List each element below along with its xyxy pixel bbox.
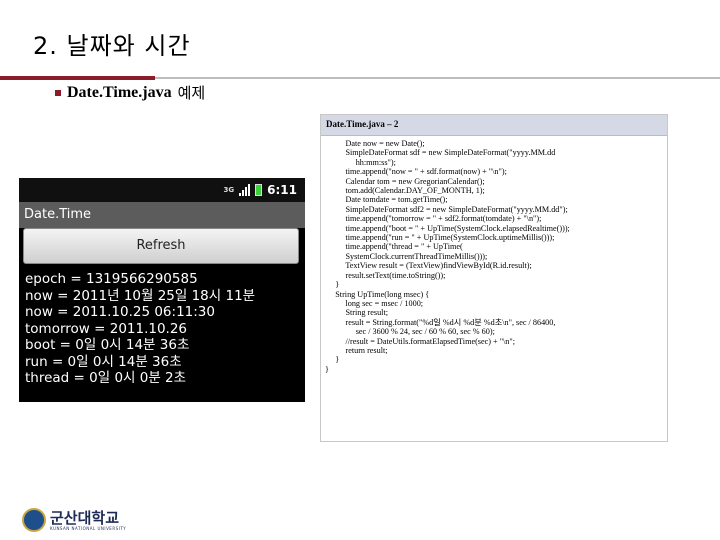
- bullet-square-icon: [55, 89, 61, 96]
- code-panel-header: Date.Time.java – 2: [321, 115, 667, 136]
- code-line: sec / 3600 % 24, sec / 60 % 60, sec % 60…: [325, 327, 495, 337]
- result-text: epoch = 1319566290585 now = 2011년 10월 25일…: [25, 271, 255, 387]
- refresh-button[interactable]: Refresh: [23, 228, 299, 264]
- output-line: thread = 0일 0시 0분 2초: [25, 370, 187, 386]
- signal-icon: [239, 184, 251, 196]
- code-line: SimpleDateFormat sdf = new SimpleDateFor…: [325, 148, 556, 158]
- app-title-bar: Date.Time: [19, 202, 305, 228]
- output-line: epoch = 1319566290585: [25, 271, 198, 287]
- code-line: time.append("tomorrow = " + sdf2.format(…: [325, 214, 542, 224]
- code-line: }: [325, 364, 329, 374]
- bullet-heading: Date.Time.java 예제: [55, 82, 205, 103]
- status-bar: 3G 6:11: [19, 178, 305, 202]
- slide-title: 2. 날짜와 시간: [33, 32, 191, 60]
- code-line: time.append("run = " + UpTime(SystemCloc…: [325, 233, 555, 243]
- code-line: String result;: [325, 308, 388, 318]
- code-line: }: [325, 280, 340, 290]
- code-line: time.append("now = " + sdf.format(now) +…: [325, 167, 507, 177]
- code-line: Date now = new Date();: [325, 139, 425, 148]
- code-line: Calendar tom = new GregorianCalendar();: [325, 176, 485, 186]
- university-seal-icon: [22, 508, 46, 532]
- android-screenshot: 3G 6:11 Date.Time Refresh epoch = 131956…: [19, 178, 305, 402]
- network-type-icon: 3G: [223, 185, 235, 194]
- university-logo: 군산대학교 KUNSAN NATIONAL UNIVERSITY: [22, 508, 126, 532]
- output-line: now = 2011년 10월 25일 18시 11분: [25, 287, 256, 304]
- bullet-suffix: 예제: [177, 84, 206, 102]
- code-line: tom.add(Calendar.DAY_OF_MONTH, 1);: [325, 186, 485, 196]
- output-line: boot = 0일 0시 14분 36초: [25, 337, 190, 353]
- code-listing: Date now = new Date(); SimpleDateFormat …: [325, 139, 570, 374]
- code-line: long sec = msec / 1000;: [325, 298, 424, 308]
- bullet-filename: Date.Time.java: [67, 83, 172, 101]
- code-line: time.append("thread = " + UpTime(: [325, 242, 463, 252]
- status-indicators: 3G 6:11: [224, 183, 297, 197]
- code-line: Date tomdate = tom.getTime();: [325, 195, 448, 205]
- code-line: SimpleDateFormat sdf2 = new SimpleDateFo…: [325, 204, 568, 214]
- code-line: hh:mm:ss");: [325, 157, 396, 167]
- code-line: return result;: [325, 345, 388, 355]
- status-time: 6:11: [267, 183, 297, 197]
- output-line: run = 0일 0시 14분 36초: [25, 353, 182, 370]
- code-line: String UpTime(long msec) {: [325, 289, 430, 299]
- code-panel: Date.Time.java – 2 Date now = new Date()…: [320, 114, 668, 442]
- code-line: TextView result = (TextView)findViewById…: [325, 261, 532, 271]
- code-line: result.setText(time.toString());: [325, 270, 446, 280]
- code-line: SystemClock.currentThreadTimeMillis()));: [325, 251, 488, 261]
- logo-name: 군산대학교: [50, 508, 120, 527]
- title-divider-accent: [0, 76, 155, 80]
- code-line: time.append("boot = " + UpTime(SystemClo…: [325, 223, 570, 233]
- logo-subtitle: KUNSAN NATIONAL UNIVERSITY: [50, 525, 127, 531]
- code-line: }: [325, 355, 340, 365]
- output-line: now = 2011.10.25 06:11:30: [25, 304, 215, 320]
- code-line: result = String.format("%d일 %d시 %d분 %d초\…: [325, 317, 556, 327]
- output-line: tomorrow = 2011.10.26: [25, 320, 188, 337]
- code-line: //result = DateUtils.formatElapsedTime(s…: [325, 336, 516, 346]
- battery-icon: [255, 184, 263, 196]
